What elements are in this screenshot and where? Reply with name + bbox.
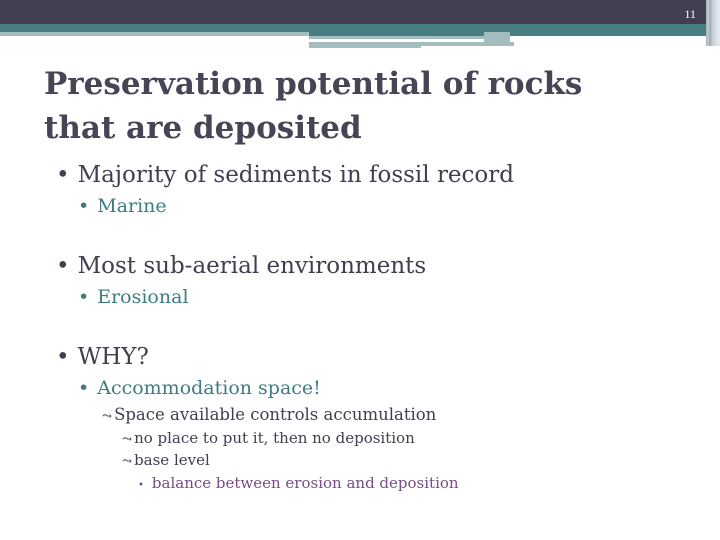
slide-title: Preservation potential of rocks that are… <box>44 66 583 146</box>
bullet-3: • WHY? <box>56 344 149 370</box>
arrow-bullet-icon: ⤳ <box>122 454 133 468</box>
bullet-3-l5: • balance between erosion and deposition <box>138 474 459 492</box>
header-right-block <box>484 32 510 46</box>
bullet-2-sub: • Erosional <box>78 286 189 308</box>
slide-number: 11 <box>684 7 696 21</box>
bullet-1-sub: • Marine <box>78 195 167 217</box>
bullet-3-l4a: ⤳ no place to put it, then no deposition <box>122 429 415 447</box>
bullet-3-l4b: ⤳ base level <box>122 451 210 469</box>
arrow-bullet-icon: ⤳ <box>122 432 133 446</box>
header-light-strip-3 <box>309 42 421 48</box>
bullet-1: • Majority of sediments in fossil record <box>56 162 514 188</box>
header-teal-band <box>0 24 720 32</box>
bullet-3-l3: ⤳ Space available controls accumulation <box>102 405 437 424</box>
bullet-2: • Most sub-aerial environments <box>56 253 427 279</box>
arrow-bullet-icon: ⤳ <box>102 409 113 423</box>
bullet-3-sub: • Accommodation space! <box>78 377 321 399</box>
header-light-strip <box>0 32 309 36</box>
header-light-strip-2 <box>309 36 484 39</box>
header-vertical-lines <box>706 0 720 46</box>
header-dark-band <box>0 0 720 24</box>
